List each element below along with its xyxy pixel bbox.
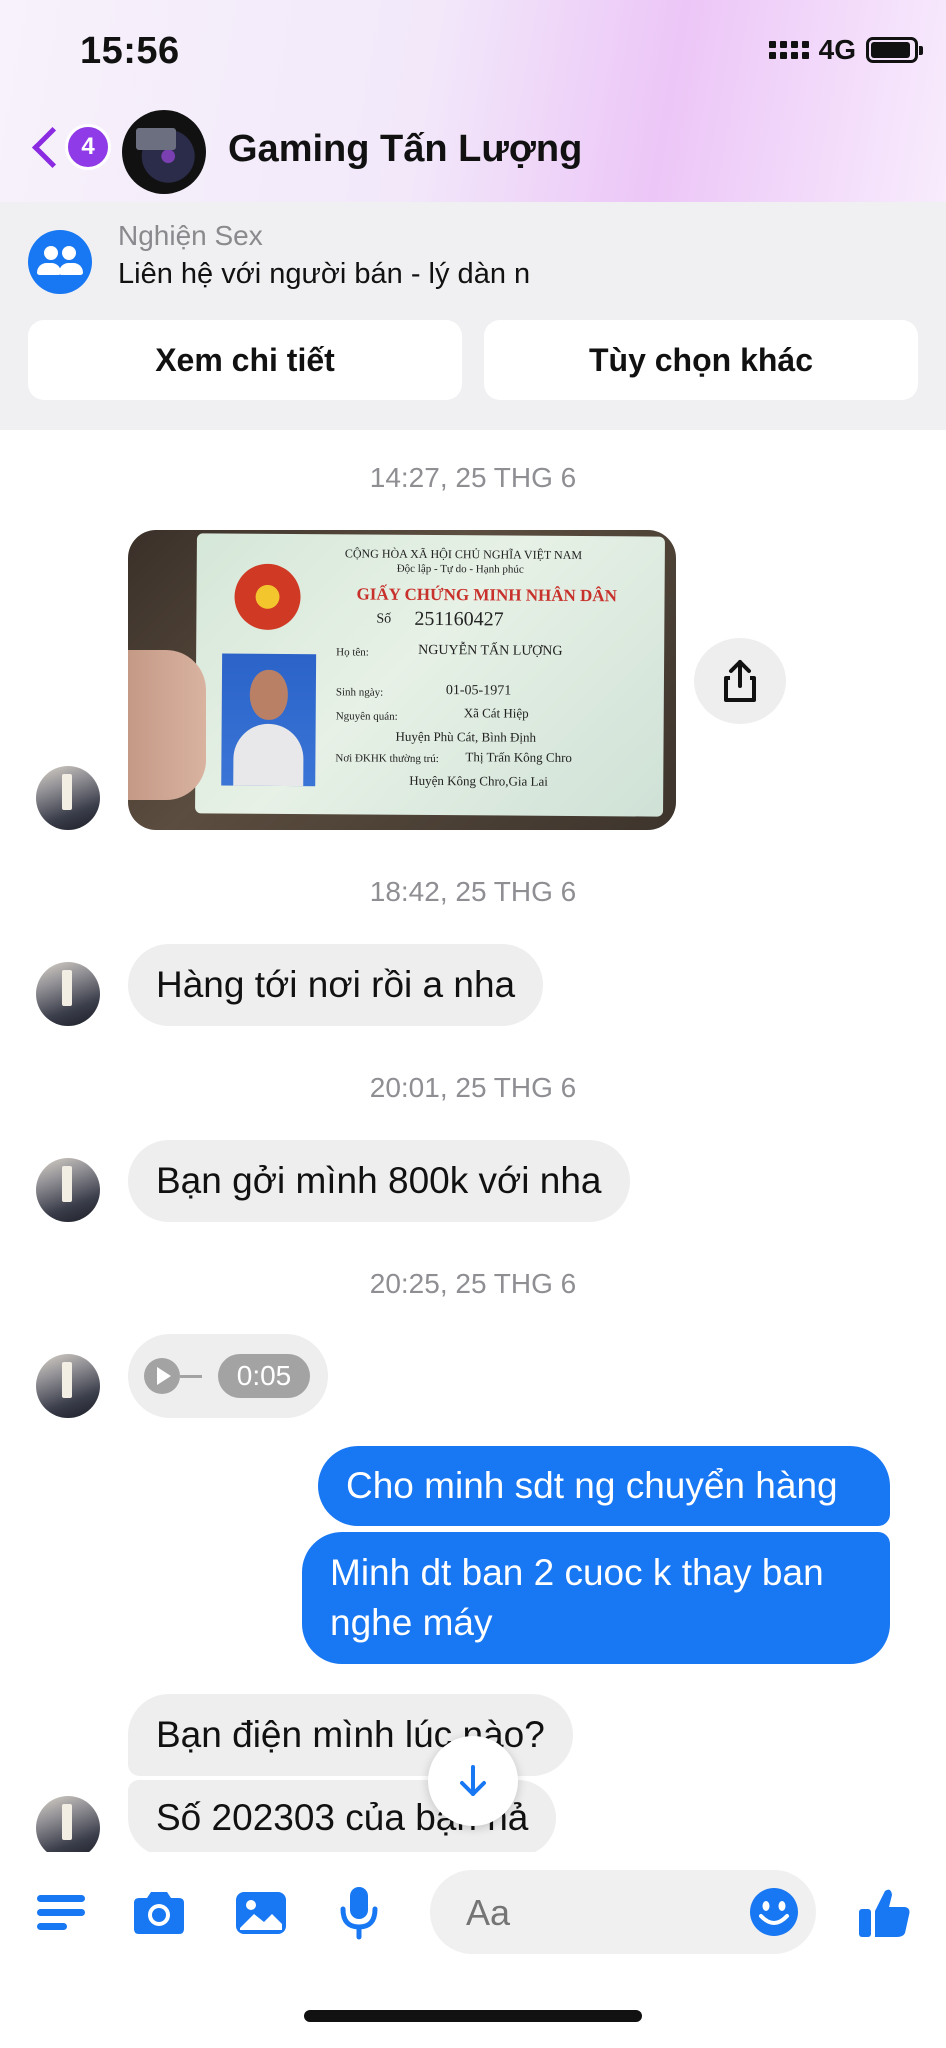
card-residence-label: Nơi ĐKHK thường trú: bbox=[335, 752, 439, 766]
voice-duration: 0:05 bbox=[218, 1354, 310, 1398]
emoji-icon[interactable] bbox=[748, 1886, 800, 1938]
sender-avatar[interactable] bbox=[36, 1796, 100, 1860]
network-type: 4G bbox=[818, 34, 856, 65]
home-indicator bbox=[304, 2010, 642, 2022]
group-name: Nghiện Sex bbox=[118, 220, 263, 251]
camera-button[interactable] bbox=[126, 1880, 192, 1946]
message-input-container[interactable] bbox=[430, 1870, 816, 1956]
battery-icon bbox=[866, 37, 923, 63]
status-indicators: 4G bbox=[768, 34, 923, 66]
card-residence-line1: Thị Trấn Kông Chro bbox=[465, 749, 573, 765]
timestamp: 14:27, 25 THG 6 bbox=[369, 462, 577, 493]
view-details-button[interactable]: Xem chi tiết bbox=[28, 320, 462, 400]
chevron-left-icon bbox=[31, 126, 74, 168]
id-photo bbox=[221, 653, 317, 787]
play-icon[interactable] bbox=[144, 1358, 180, 1394]
incoming-message[interactable]: Hàng tới nơi rồi a nha bbox=[128, 944, 544, 1026]
card-number: 251160427 bbox=[414, 607, 504, 631]
timestamp: 20:01, 25 THG 6 bbox=[369, 1072, 577, 1103]
card-dob: 01-05-1971 bbox=[445, 683, 512, 699]
thumbs-up-icon bbox=[859, 1889, 910, 1937]
share-button[interactable] bbox=[694, 638, 786, 724]
sender-avatar[interactable] bbox=[36, 1158, 100, 1222]
like-button[interactable] bbox=[852, 1880, 918, 1946]
microphone-button[interactable] bbox=[326, 1880, 392, 1946]
sender-avatar[interactable] bbox=[36, 962, 100, 1026]
outgoing-message[interactable]: Minh dt ban 2 cuoc k thay ban nghe máy bbox=[302, 1532, 890, 1664]
conversation-avatar[interactable] bbox=[122, 110, 206, 194]
camera-icon bbox=[134, 1892, 184, 1934]
status-time: 15:56 bbox=[80, 30, 180, 72]
card-origin-line1: Xã Cát Hiệp bbox=[463, 705, 529, 721]
sender-avatar[interactable] bbox=[36, 1354, 100, 1418]
card-number-label: Số bbox=[376, 611, 392, 627]
image-icon bbox=[236, 1892, 286, 1934]
context-subtitle: Liên hệ với người bán - lý dàn n bbox=[118, 258, 531, 290]
more-options-button[interactable]: Tùy chọn khác bbox=[484, 320, 918, 400]
voice-progress-line bbox=[180, 1375, 202, 1378]
card-origin-line2: Huyện Phù Cát, Bình Định bbox=[395, 728, 537, 745]
sender-avatar[interactable] bbox=[36, 766, 100, 830]
incoming-message[interactable]: Bạn gởi mình 800k với nha bbox=[128, 1140, 630, 1222]
share-icon bbox=[724, 660, 756, 702]
thumb bbox=[128, 650, 206, 800]
group-icon bbox=[28, 230, 92, 294]
voice-message[interactable]: 0:05 bbox=[128, 1334, 328, 1418]
card-residence-line2: Huyện Kông Chro,Gia Lai bbox=[409, 772, 548, 789]
signal-icon bbox=[768, 41, 809, 59]
timestamp: 20:25, 25 THG 6 bbox=[369, 1268, 577, 1299]
card-title: GIẤY CHỨNG MINH NHÂN DÂN bbox=[356, 584, 617, 606]
arrow-down-icon bbox=[460, 1765, 486, 1796]
conversation-title[interactable]: Gaming Tấn Lượng bbox=[228, 128, 582, 171]
card-name-label: Họ tên: bbox=[336, 646, 369, 659]
id-card-front: CỘNG HÒA XÃ HỘI CHỦ NGHĨA VIỆT NAM Độc l… bbox=[195, 533, 665, 817]
card-origin-label: Nguyên quán: bbox=[335, 710, 398, 723]
message-input[interactable] bbox=[464, 1870, 728, 1956]
card-motto: Độc lập - Tự do - Hạnh phúc bbox=[396, 562, 524, 576]
national-emblem-icon bbox=[234, 563, 301, 631]
id-card-image[interactable]: CỘNG HÒA XÃ HỘI CHỦ NGHĨA VIỆT NAM Độc l… bbox=[128, 530, 676, 830]
photo-button[interactable] bbox=[228, 1880, 294, 1946]
card-dob-label: Sinh ngày: bbox=[335, 686, 384, 699]
menu-icon bbox=[37, 1895, 85, 1930]
back-button[interactable]: 4 bbox=[28, 124, 111, 170]
menu-button[interactable] bbox=[28, 1880, 94, 1946]
card-header-line: CỘNG HÒA XÃ HỘI CHỦ NGHĨA VIỆT NAM bbox=[344, 546, 583, 563]
microphone-icon bbox=[340, 1887, 378, 1940]
timestamp: 18:42, 25 THG 6 bbox=[369, 876, 577, 907]
outgoing-message[interactable]: Cho minh sdt ng chuyển hàng bbox=[318, 1446, 890, 1526]
scroll-to-bottom-button[interactable] bbox=[428, 1736, 518, 1826]
card-name: NGUYỄN TẤN LƯỢNG bbox=[418, 642, 563, 659]
